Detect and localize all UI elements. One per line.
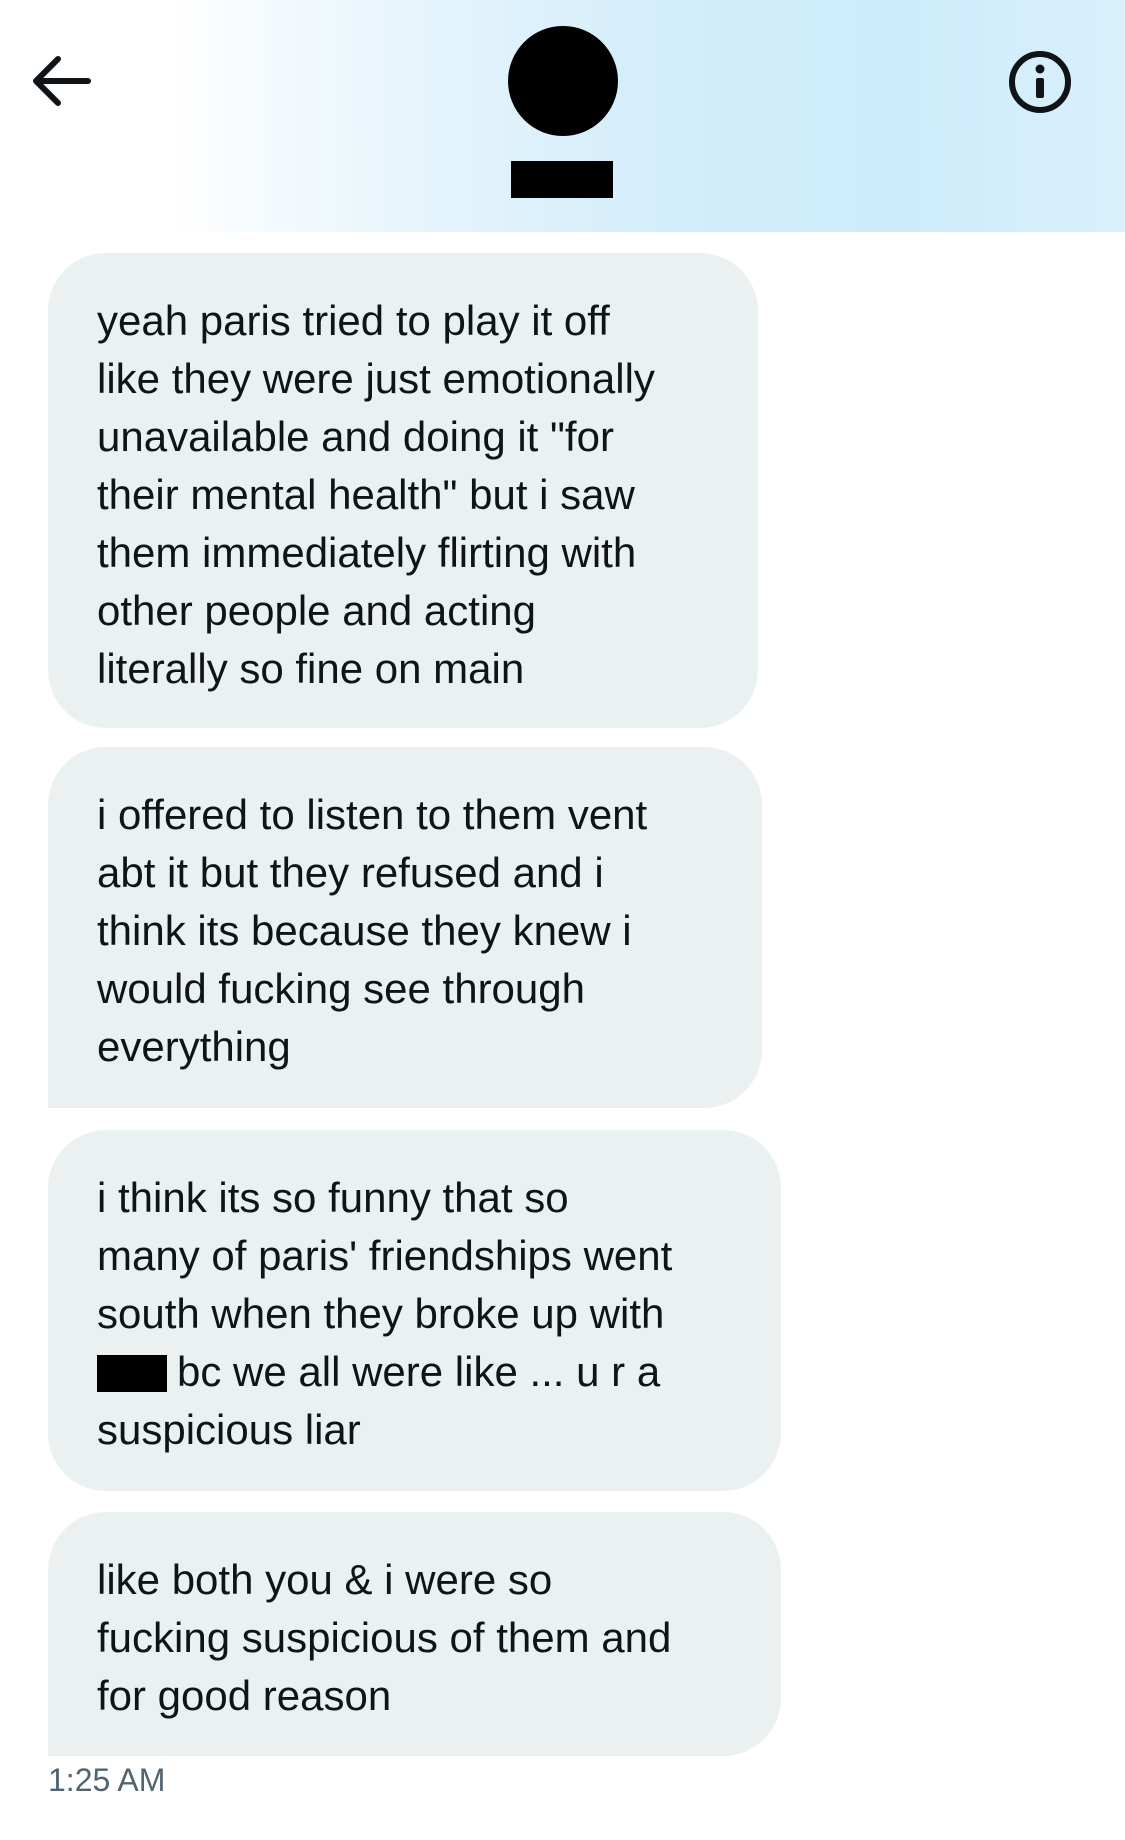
redacted-name-inline bbox=[97, 1355, 167, 1392]
message-text-before: i think its so funny that so many of par… bbox=[97, 1174, 673, 1337]
message-bubble[interactable]: yeah paris tried to play it off like the… bbox=[48, 253, 758, 728]
info-circle-icon bbox=[1009, 51, 1071, 113]
info-button[interactable] bbox=[1006, 48, 1074, 116]
back-button[interactable] bbox=[28, 50, 94, 112]
message-text: i think its so funny that so many of par… bbox=[97, 1169, 751, 1459]
message-timestamp: 1:25 AM bbox=[48, 1762, 166, 1798]
message-text: like both you & i were so fucking suspic… bbox=[97, 1556, 672, 1719]
message-bubble[interactable]: i offered to listen to them vent abt it … bbox=[48, 747, 762, 1108]
message-text-after: bc we all were like ... u r a suspicious… bbox=[97, 1348, 661, 1453]
avatar[interactable] bbox=[508, 26, 618, 136]
message-text: i offered to listen to them vent abt it … bbox=[97, 791, 648, 1070]
message-bubble[interactable]: i think its so funny that so many of par… bbox=[48, 1130, 781, 1491]
arrow-left-icon bbox=[33, 56, 91, 106]
redacted-name bbox=[511, 161, 613, 198]
conversation-header bbox=[0, 0, 1125, 232]
message-text: yeah paris tried to play it off like the… bbox=[97, 297, 655, 692]
message-bubble[interactable]: like both you & i were so fucking suspic… bbox=[48, 1512, 781, 1756]
